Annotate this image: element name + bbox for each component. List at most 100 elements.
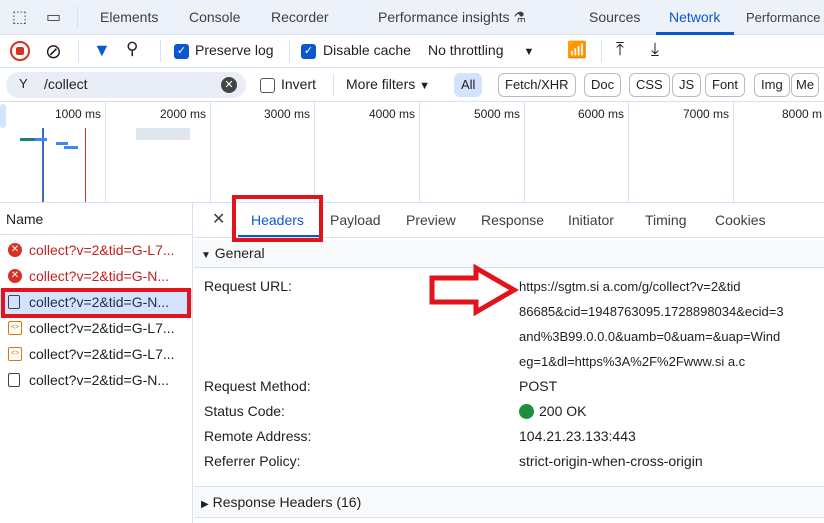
annotation-box-headers-tab — [232, 195, 323, 242]
tab-performance[interactable]: Performance — [746, 10, 820, 25]
request-url-label: Request URL: — [204, 278, 292, 294]
script-icon: <> — [8, 321, 22, 335]
request-name: collect?v=2&tid=G-L7... — [29, 242, 175, 258]
stop-recording-icon[interactable] — [10, 41, 30, 61]
request-row[interactable]: ✕ collect?v=2&tid=G-N... — [0, 263, 192, 289]
type-filter-doc[interactable]: Doc — [584, 73, 622, 97]
invert-label: Invert — [281, 76, 317, 92]
timeline-tick: 5000 ms — [419, 102, 524, 202]
request-url-line: and%3B99.0.0.0&uamb=0&uam=&uap=Wind — [519, 329, 781, 344]
referrer-policy-value: strict-origin-when-cross-origin — [519, 453, 703, 469]
request-list: Name ✕ collect?v=2&tid=G-L7... ✕ collect?v… — [0, 203, 193, 523]
timeline-tick: 2000 ms — [105, 102, 210, 202]
tab-preview[interactable]: Preview — [406, 212, 456, 228]
request-name: collect?v=2&tid=G-L7... — [29, 320, 175, 336]
script-icon: <> — [8, 347, 22, 361]
more-filters-label: More filters — [346, 76, 416, 92]
timeline-tick: 1000 ms — [54, 107, 101, 121]
load-marker — [85, 128, 86, 202]
flask-icon: ⚗ — [513, 9, 526, 25]
error-icon: ✕ — [8, 243, 22, 257]
error-icon: ✕ — [8, 269, 22, 283]
tab-initiator[interactable]: Initiator — [568, 212, 614, 228]
download-icon[interactable]: ⤓ — [651, 39, 659, 60]
type-filter-img[interactable]: Img — [754, 73, 790, 97]
tab-timing[interactable]: Timing — [645, 212, 687, 228]
request-url-line: eg=1&dl=https%3A%2F%2Fwww.si a.c — [519, 354, 746, 369]
tab-response[interactable]: Response — [481, 212, 544, 228]
collapse-triangle-icon: ▼ — [201, 250, 211, 261]
timeline-tick: 6000 ms — [524, 102, 628, 202]
request-url-line: 86685&cid=1948763095.1728898034&ecid=3 — [519, 304, 784, 319]
close-icon[interactable]: ✕ — [212, 209, 225, 229]
request-url-line: https://sgtm.si a.com/g/collect?v=2&tid — [519, 279, 741, 294]
inspect-element-icon[interactable]: ⬚ — [12, 7, 27, 27]
tab-performance-insights[interactable]: Performance insights ⚗ — [378, 9, 526, 26]
network-conditions-icon[interactable]: 📶 — [567, 40, 587, 60]
upload-icon[interactable]: ⤒ — [616, 39, 624, 60]
type-filter-css[interactable]: CSS — [629, 73, 670, 97]
remote-address-value: 104.21.23.133:443 — [519, 428, 636, 444]
type-filter-font[interactable]: Font — [705, 73, 746, 97]
network-overview-timeline[interactable]: 1000 ms 2000 ms 3000 ms 4000 ms 5000 ms … — [0, 102, 824, 203]
timeline-tick: 7000 ms — [628, 102, 733, 202]
response-headers-label: Response Headers (16) — [212, 494, 362, 510]
request-row[interactable]: collect?v=2&tid=G-N... — [0, 367, 192, 393]
request-method-label: Request Method: — [204, 378, 311, 394]
remote-address-label: Remote Address: — [204, 428, 312, 444]
more-filters-button[interactable]: More filters ▼ — [346, 76, 430, 92]
network-toolbar: ⊘ ▼ ⚲ ✓ Preserve log ✓ Disable cache No … — [0, 35, 824, 68]
annotation-box-selected-request — [1, 288, 191, 318]
request-name: collect?v=2&tid=G-N... — [29, 268, 170, 284]
referrer-policy-label: Referrer Policy: — [204, 453, 301, 469]
main-tab-bar: ⬚ ▭ Elements Console Recorder Performanc… — [0, 0, 824, 35]
clear-icon[interactable]: ⊘ — [45, 39, 62, 64]
filter-input[interactable]: Y /collect ✕ — [6, 72, 246, 98]
preserve-log-label: Preserve log — [195, 42, 274, 58]
tab-recorder[interactable]: Recorder — [271, 9, 329, 25]
name-column-header[interactable]: Name — [0, 203, 192, 235]
tab-network[interactable]: Network — [669, 9, 720, 25]
annotation-arrow-icon — [429, 264, 519, 316]
response-headers-section[interactable]: ▶ Response Headers (16) — [194, 486, 824, 518]
request-details: ✕ Headers Payload Preview Response Initi… — [194, 203, 824, 523]
request-row[interactable]: <> collect?v=2&tid=G-L7... — [0, 341, 192, 367]
request-name: collect?v=2&tid=G-L7... — [29, 346, 175, 362]
tab-cookies[interactable]: Cookies — [715, 212, 766, 228]
throttling-value: No throttling — [428, 42, 504, 58]
disable-cache-checkbox[interactable]: ✓ — [301, 44, 316, 59]
invert-checkbox[interactable] — [260, 78, 275, 93]
request-row[interactable]: ✕ collect?v=2&tid=G-L7... — [0, 237, 192, 263]
request-bar — [136, 128, 190, 140]
expand-triangle-icon: ▶ — [201, 499, 209, 510]
timeline-handle[interactable] — [0, 104, 6, 128]
request-bar — [35, 138, 47, 141]
search-icon[interactable]: ⚲ — [126, 39, 138, 59]
tab-sources[interactable]: Sources — [589, 9, 640, 25]
status-ok-icon — [519, 404, 534, 419]
timeline-tick: 3000 ms — [210, 102, 314, 202]
request-method-value: POST — [519, 378, 558, 394]
tab-console[interactable]: Console — [189, 9, 240, 25]
throttling-select[interactable]: No throttling ▼ — [428, 42, 534, 58]
request-bar — [64, 146, 78, 149]
type-filter-media[interactable]: Me — [791, 73, 820, 97]
chevron-down-icon: ▼ — [419, 80, 431, 92]
tab-payload[interactable]: Payload — [330, 212, 381, 228]
tab-label: Performance insights — [378, 9, 510, 25]
filter-value: /collect — [44, 76, 88, 92]
status-code-label: Status Code: — [204, 403, 285, 419]
clear-filter-icon[interactable]: ✕ — [221, 77, 237, 93]
general-label: General — [214, 245, 265, 261]
type-filter-all[interactable]: All — [454, 73, 483, 97]
request-row[interactable]: <> collect?v=2&tid=G-L7... — [0, 315, 192, 341]
type-filter-js[interactable]: JS — [672, 73, 702, 97]
tab-elements[interactable]: Elements — [100, 9, 158, 25]
device-toolbar-icon[interactable]: ▭ — [46, 7, 61, 27]
filter-icon[interactable]: ▼ — [93, 40, 111, 61]
timeline-tick: 4000 ms — [314, 102, 419, 202]
type-filter-fetch-xhr[interactable]: Fetch/XHR — [498, 73, 576, 97]
preserve-log-checkbox[interactable]: ✓ — [174, 44, 189, 59]
timeline-tick: 8000 m — [733, 102, 824, 202]
request-name: collect?v=2&tid=G-N... — [29, 372, 170, 388]
